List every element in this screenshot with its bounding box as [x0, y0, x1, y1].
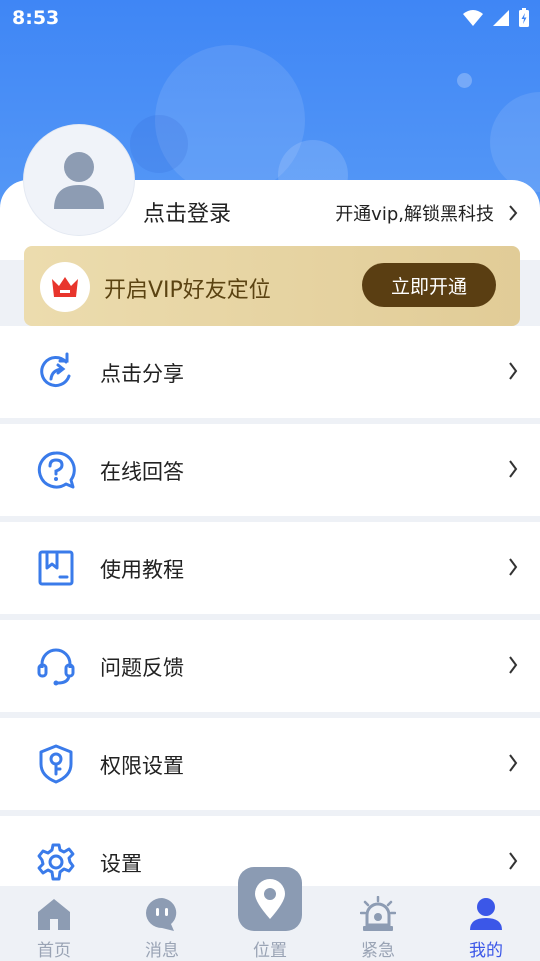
crown-badge [40, 262, 90, 312]
alarm-icon [360, 896, 396, 931]
home-icon [38, 899, 70, 930]
tab-home[interactable]: 首页 [0, 886, 108, 961]
chevron-right-icon [509, 852, 518, 870]
menu-item-label: 权限设置 [100, 754, 184, 778]
decor-bubble [457, 73, 472, 88]
status-icons [462, 8, 530, 28]
tab-mine[interactable]: 我的 [432, 886, 540, 961]
signal-icon [493, 10, 509, 26]
vip-promo-link[interactable]: 开通vip,解锁黑科技 [335, 200, 518, 226]
headset-icon [37, 648, 75, 686]
tab-label: 首页 [37, 941, 71, 961]
menu-item-tutorial[interactable]: 使用教程 [0, 522, 540, 614]
menu-item-label: 在线回答 [100, 460, 184, 484]
chevron-right-icon [509, 205, 518, 221]
decor-bubble [490, 92, 540, 192]
menu-item-label: 点击分享 [100, 362, 184, 386]
chevron-right-icon [509, 558, 518, 576]
tab-messages[interactable]: 消息 [108, 886, 216, 961]
menu-item-label: 使用教程 [100, 558, 184, 582]
vip-banner[interactable]: 开启VIP好友定位 立即开通 [24, 246, 520, 326]
vip-promo-text: 开通vip,解锁黑科技 [335, 204, 494, 225]
battery-icon [519, 8, 529, 27]
menu-item-online-answer[interactable]: 在线回答 [0, 424, 540, 516]
vip-banner-title: 开启VIP好友定位 [104, 278, 271, 303]
default-avatar-icon [54, 152, 104, 209]
decor-bubble [130, 115, 188, 173]
avatar[interactable] [24, 125, 134, 235]
menu-item-share[interactable]: 点击分享 [0, 326, 540, 418]
menu-item-label: 问题反馈 [100, 656, 184, 680]
chevron-right-icon [509, 460, 518, 478]
tab-label: 我的 [469, 941, 503, 961]
message-icon [146, 898, 177, 931]
tab-label: 消息 [145, 941, 179, 961]
gear-icon [37, 843, 75, 881]
status-time: 8:53 [12, 7, 60, 29]
open-vip-button[interactable]: 立即开通 [362, 263, 496, 307]
login-link[interactable]: 点击登录 [143, 196, 231, 228]
menu-item-feedback[interactable]: 问题反馈 [0, 620, 540, 712]
chevron-right-icon [509, 656, 518, 674]
menu-item-permissions[interactable]: 权限设置 [0, 718, 540, 810]
bookmark-icon [38, 550, 74, 586]
crown-icon [52, 277, 78, 297]
wifi-icon [463, 10, 483, 26]
menu-list: 点击分享 在线回答 使用教程 问题反馈 权限设置 设置 [0, 326, 540, 914]
chevron-right-icon [509, 362, 518, 380]
chevron-right-icon [509, 754, 518, 772]
tab-emergency[interactable]: 紧急 [324, 886, 432, 961]
location-center-button[interactable] [238, 867, 302, 931]
tab-label: 紧急 [361, 941, 395, 961]
shield-key-icon [39, 744, 73, 784]
location-pin-icon [255, 879, 285, 919]
status-bar: 8:53 [0, 0, 540, 36]
user-icon [470, 898, 502, 930]
share-icon [40, 352, 71, 387]
menu-item-label: 设置 [100, 852, 142, 876]
question-icon [37, 451, 76, 489]
tab-label: 位置 [253, 941, 287, 961]
